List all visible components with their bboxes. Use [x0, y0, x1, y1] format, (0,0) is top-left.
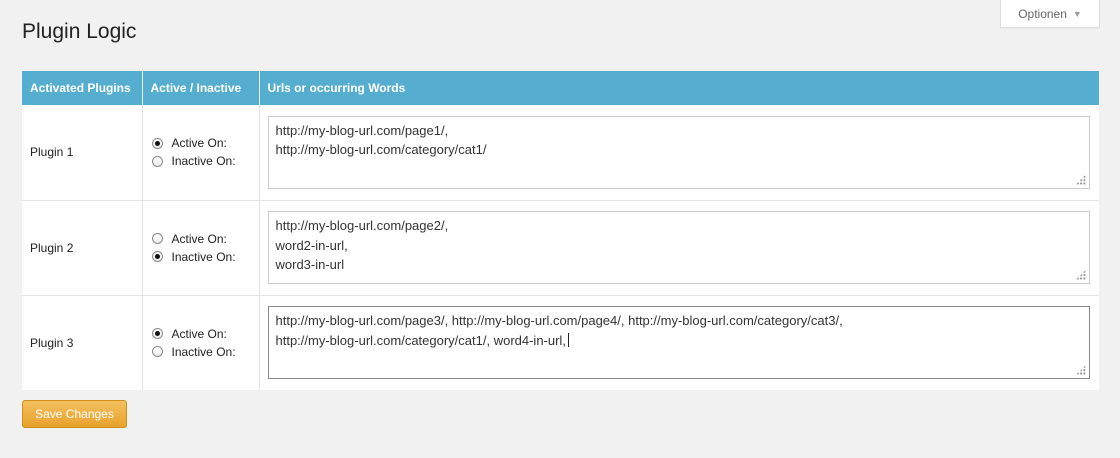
radio-button-inactive[interactable] [151, 155, 163, 167]
radio-button-active-checked[interactable] [151, 328, 163, 340]
textarea-line: http://my-blog-url.com/page1/, [275, 122, 449, 138]
resize-grip-icon[interactable] [1075, 365, 1086, 376]
radio-label: Inactive On: [171, 249, 236, 264]
column-header-activated-plugins: Activated Plugins [22, 71, 143, 105]
textarea-line: http://my-blog-url.com/page3/, http://my… [275, 313, 843, 329]
radio-option-inactive[interactable]: Inactive On: [151, 152, 258, 170]
radio-option-active[interactable]: Active On: [151, 134, 258, 152]
column-header-urls-words: Urls or occurring Words [259, 71, 1099, 105]
textarea-line: word3-in-url [275, 257, 345, 272]
page-title: Plugin Logic [22, 20, 137, 43]
radio-label: Active On: [171, 326, 227, 341]
plugin-name: Plugin 3 [22, 294, 143, 390]
urls-textarea-focused[interactable]: http://my-blog-url.com/page3/, http://my… [267, 306, 1090, 380]
resize-grip-icon[interactable] [1075, 174, 1086, 185]
active-inactive-cell: Active On: Inactive On: [142, 294, 260, 390]
options-dropdown-tab[interactable]: Optionen ▼ [1000, 0, 1100, 28]
triangle-down-icon: ▼ [1072, 8, 1082, 19]
table-header-row: Activated Plugins Active / Inactive Urls… [22, 71, 1099, 105]
textarea-line: http://my-blog-url.com/category/cat1/ [275, 142, 487, 158]
radio-option-active[interactable]: Active On: [151, 230, 258, 248]
urls-textarea[interactable]: http://my-blog-url.com/page2/, word2-in-… [267, 211, 1090, 284]
plugin-name: Plugin 1 [22, 105, 143, 200]
urls-cell: http://my-blog-url.com/page1/, http://my… [259, 105, 1099, 200]
radio-button-inactive[interactable] [151, 346, 163, 358]
text-caret [567, 332, 569, 347]
radio-label: Inactive On: [171, 344, 236, 359]
save-changes-button[interactable]: Save Changes [22, 400, 127, 428]
radio-label: Inactive On: [171, 154, 236, 169]
urls-textarea[interactable]: http://my-blog-url.com/page1/, http://my… [267, 115, 1090, 189]
radio-button-active[interactable] [151, 233, 163, 244]
table-row-plugin-3: Plugin 3 Active On: Inactive On: http://… [22, 294, 1099, 390]
radio-option-inactive[interactable]: Inactive On: [151, 248, 258, 266]
table-row-plugin-1: Plugin 1 Active On: Inactive On: http://… [22, 105, 1099, 200]
urls-cell: http://my-blog-url.com/page3/, http://my… [259, 294, 1099, 390]
textarea-line-text: http://my-blog-url.com/category/cat1/, w… [275, 332, 566, 348]
active-inactive-cell: Active On: Inactive On: [142, 105, 260, 200]
textarea-line-with-caret: http://my-blog-url.com/category/cat1/, w… [276, 331, 1082, 351]
urls-cell: http://my-blog-url.com/page2/, word2-in-… [259, 199, 1099, 295]
plugin-name: Plugin 2 [22, 199, 143, 295]
plugin-logic-table: Activated Plugins Active / Inactive Urls… [22, 71, 1099, 390]
active-inactive-cell: Active On: Inactive On: [142, 199, 260, 295]
options-tab-label: Optionen [1018, 6, 1067, 21]
radio-button-inactive-checked[interactable] [151, 251, 163, 262]
radio-option-active[interactable]: Active On: [151, 325, 258, 343]
textarea-line: http://my-blog-url.com/page2/, [275, 218, 449, 233]
radio-label: Active On: [171, 231, 227, 246]
column-header-active-inactive: Active / Inactive [142, 71, 260, 105]
radio-label: Active On: [171, 136, 227, 151]
table-row-plugin-2: Plugin 2 Active On: Inactive On: http://… [22, 199, 1099, 295]
radio-button-active-checked[interactable] [151, 137, 163, 149]
radio-option-inactive[interactable]: Inactive On: [151, 343, 258, 361]
textarea-line: word2-in-url, [275, 237, 348, 253]
